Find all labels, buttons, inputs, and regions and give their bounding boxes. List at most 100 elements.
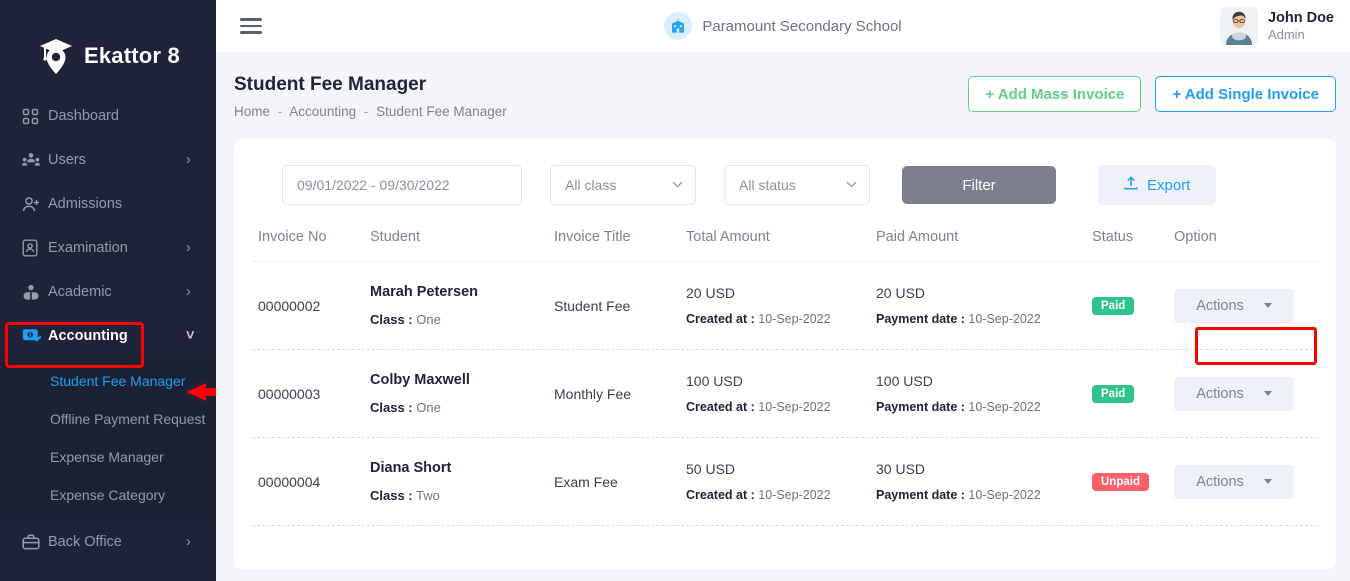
created-at: Created at : 10-Sep-2022	[686, 312, 876, 326]
column-header-total-amount: Total Amount	[686, 229, 876, 245]
created-at-value: 10-Sep-2022	[758, 400, 830, 414]
upload-icon	[1124, 176, 1138, 195]
breadcrumb-separator: -	[278, 104, 283, 119]
created-at-value: 10-Sep-2022	[758, 312, 830, 326]
cell-invoice-title: Student Fee	[554, 298, 686, 314]
date-range-input[interactable]: 09/01/2022 - 09/30/2022	[282, 165, 522, 205]
hamburger-menu-icon[interactable]	[240, 18, 262, 34]
breadcrumb-home[interactable]: Home	[234, 104, 270, 119]
sidebar-item-academic[interactable]: Academic ›	[0, 270, 216, 314]
table-header-row: Invoice No Student Invoice Title Total A…	[252, 229, 1318, 262]
sidebar-item-admissions[interactable]: Admissions	[0, 182, 216, 226]
topbar: Paramount Secondary School	[216, 0, 1350, 52]
cell-paid-amount: 100 USD Payment date : 10-Sep-2022	[876, 373, 1092, 414]
sidebar-item-label: Academic	[48, 284, 186, 300]
payment-date: Payment date : 10-Sep-2022	[876, 488, 1092, 502]
export-button[interactable]: Export	[1098, 165, 1216, 205]
class-value: One	[416, 312, 441, 327]
exam-card-icon	[22, 239, 48, 257]
briefcase-icon	[22, 534, 48, 550]
chevron-right-icon: ›	[186, 152, 198, 168]
class-select-value: All class	[565, 177, 672, 193]
paid-amount-value: 30 USD	[876, 461, 1092, 477]
sidebar-item-back-office[interactable]: Back Office ›	[0, 520, 216, 564]
total-amount-value: 50 USD	[686, 461, 876, 477]
cell-total-amount: 20 USD Created at : 10-Sep-2022	[686, 285, 876, 326]
cell-student: Diana Short Class : Two	[370, 460, 554, 503]
sidebar-subitem-expense-category[interactable]: Expense Category	[0, 476, 216, 514]
column-header-invoice-no: Invoice No	[258, 229, 370, 245]
sidebar-item-label: Examination	[48, 240, 186, 256]
sidebar: Ekattor 8 Dashboard	[0, 0, 216, 581]
chevron-down-icon	[846, 179, 857, 191]
brand-name: Ekattor 8	[84, 43, 180, 69]
chevron-down-icon: ˅	[186, 328, 198, 344]
class-label: Class :	[370, 488, 413, 503]
status-select[interactable]: All status	[724, 165, 870, 205]
caret-down-icon	[1264, 303, 1272, 308]
sidebar-subitem-expense-manager[interactable]: Expense Manager	[0, 438, 216, 476]
chevron-right-icon: ›	[186, 240, 198, 256]
paid-amount-value: 20 USD	[876, 285, 1092, 301]
app-root: Ekattor 8 Dashboard	[0, 0, 1350, 581]
sidebar-item-label: Admissions	[48, 196, 186, 212]
actions-button[interactable]: Actions	[1174, 289, 1294, 323]
sidebar-item-examination[interactable]: Examination ›	[0, 226, 216, 270]
class-select[interactable]: All class	[550, 165, 696, 205]
page-title: Student Fee Manager	[234, 74, 507, 96]
caret-down-icon	[1264, 479, 1272, 484]
sidebar-item-accounting[interactable]: Accounting ˅	[0, 314, 216, 358]
grid-icon	[22, 108, 48, 125]
filter-bar: 09/01/2022 - 09/30/2022 All class All st…	[252, 161, 1318, 205]
breadcrumb: Home - Accounting - Student Fee Manager	[234, 104, 507, 119]
payment-date-label: Payment date :	[876, 400, 965, 414]
total-amount-value: 20 USD	[686, 285, 876, 301]
export-label: Export	[1147, 177, 1190, 194]
caret-down-icon	[1264, 391, 1272, 396]
graduation-cap-pin-icon	[38, 36, 74, 76]
actions-button[interactable]: Actions	[1174, 465, 1294, 499]
student-class: Class : One	[370, 312, 554, 327]
payment-date: Payment date : 10-Sep-2022	[876, 312, 1092, 326]
paid-amount-value: 100 USD	[876, 373, 1092, 389]
class-value: Two	[416, 488, 440, 503]
user-avatar-photo	[1220, 7, 1258, 45]
cell-paid-amount: 30 USD Payment date : 10-Sep-2022	[876, 461, 1092, 502]
chevron-down-icon	[672, 179, 683, 191]
student-name: Marah Petersen	[370, 284, 554, 300]
money-bill-icon	[22, 327, 48, 345]
page-title-block: Student Fee Manager Home - Accounting - …	[234, 74, 507, 119]
payment-date-value: 10-Sep-2022	[968, 400, 1040, 414]
class-label: Class :	[370, 312, 413, 327]
user-role: Admin	[1268, 27, 1334, 43]
school-name: Paramount Secondary School	[702, 18, 901, 35]
brand[interactable]: Ekattor 8	[0, 0, 216, 86]
status-badge: Unpaid	[1092, 473, 1149, 491]
sidebar-subitem-offline-payment-request[interactable]: Offline Payment Request	[0, 400, 216, 438]
user-menu[interactable]: John Doe Admin	[1220, 7, 1334, 45]
table-row: 00000003 Colby Maxwell Class : One Month…	[252, 350, 1318, 438]
column-header-option: Option	[1174, 229, 1318, 245]
created-at: Created at : 10-Sep-2022	[686, 488, 876, 502]
add-single-invoice-button[interactable]: + Add Single Invoice	[1155, 76, 1336, 112]
actions-button[interactable]: Actions	[1174, 377, 1294, 411]
sidebar-item-label: Back Office	[48, 534, 186, 550]
column-header-student: Student	[370, 229, 554, 245]
created-at-value: 10-Sep-2022	[758, 488, 830, 502]
user-plus-icon	[22, 196, 48, 213]
sidebar-item-label: Dashboard	[48, 108, 186, 124]
sidebar-item-users[interactable]: Users ›	[0, 138, 216, 182]
sidebar-item-dashboard[interactable]: Dashboard	[0, 94, 216, 138]
filter-button[interactable]: Filter	[902, 166, 1056, 204]
page-header-actions: + Add Mass Invoice + Add Single Invoice	[968, 74, 1336, 112]
user-info: John Doe Admin	[1268, 9, 1334, 43]
created-at: Created at : 10-Sep-2022	[686, 400, 876, 414]
sidebar-subitem-student-fee-manager[interactable]: Student Fee Manager	[0, 362, 216, 400]
chevron-right-icon: ›	[186, 534, 198, 550]
status-select-value: All status	[739, 177, 846, 193]
breadcrumb-accounting[interactable]: Accounting	[289, 104, 356, 119]
cell-status: Paid	[1092, 384, 1174, 403]
add-mass-invoice-button[interactable]: + Add Mass Invoice	[968, 76, 1141, 112]
chevron-right-icon: ›	[186, 284, 198, 300]
column-header-invoice-title: Invoice Title	[554, 229, 686, 245]
